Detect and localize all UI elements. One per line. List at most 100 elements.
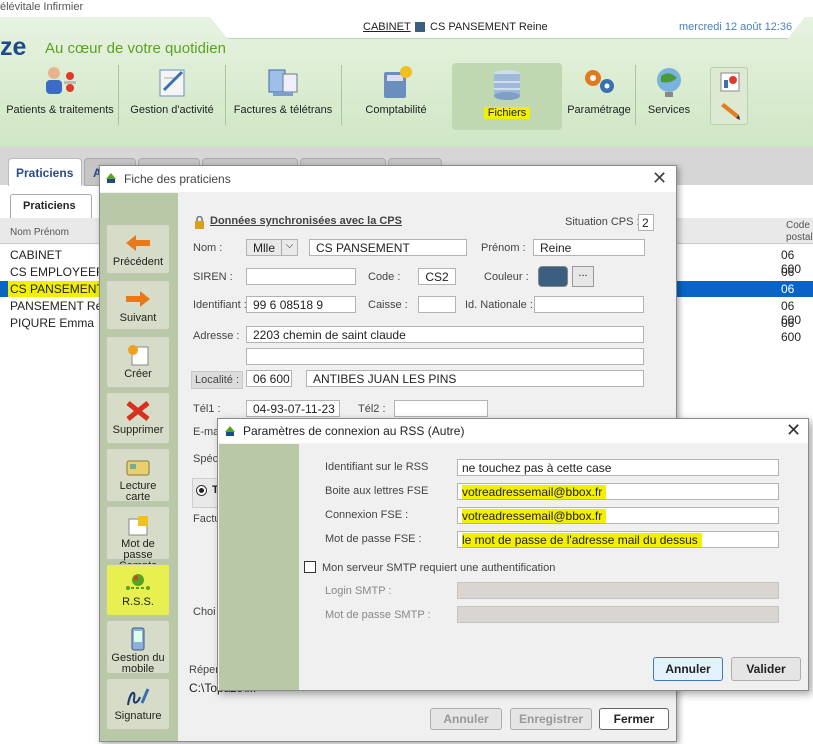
caisse-field[interactable] (418, 296, 456, 313)
adresse2-field[interactable] (246, 348, 644, 365)
nav-label: Services (647, 104, 691, 116)
fiche-close-button[interactable]: Fermer (599, 708, 669, 730)
card-reader-icon (126, 460, 150, 476)
fiche-cancel-button[interactable]: Annuler (430, 708, 502, 730)
tab-praticiens[interactable]: Praticiens (8, 158, 82, 186)
siren-field[interactable] (246, 268, 356, 285)
radio-button[interactable] (196, 485, 207, 496)
nav-activity[interactable]: Gestion d'activité (124, 60, 220, 130)
id-nationale-field[interactable] (534, 296, 644, 313)
row-cp: 06 600 (781, 316, 802, 344)
accounting-icon (384, 66, 412, 98)
quick-tools[interactable] (710, 67, 748, 125)
prenom-label: Prénom : (481, 242, 526, 254)
identifiant-field[interactable]: 99 6 08518 9 (246, 296, 356, 313)
patients-icon (46, 67, 76, 94)
current-date: mercredi 12 août 12:36 (679, 21, 793, 33)
cabinet-link[interactable]: CABINET (363, 21, 411, 33)
fiche-title: Fiche des praticiens (100, 166, 676, 192)
rss-mailbox-value: votreadressemail@bbox.fr (462, 485, 607, 499)
delete-button[interactable]: Supprimer (106, 392, 170, 444)
sync-label: Données synchronisées avec la CPS (210, 215, 402, 227)
fiche-save-button[interactable]: Enregistrer (510, 708, 592, 730)
rss-validate-button[interactable]: Valider (731, 657, 801, 681)
close-icon[interactable]: ✕ (652, 168, 667, 189)
row-name: CABINET (10, 248, 63, 262)
app-slogan: Au cœur de votre quotidien (45, 40, 226, 57)
color-swatch[interactable] (538, 266, 568, 287)
smtp-password-field[interactable] (457, 606, 779, 623)
nom-label: Nom : (193, 242, 223, 254)
pencil-icon (721, 103, 740, 120)
nav-label: Factures & télétrans (233, 104, 333, 116)
rss-connection-dialog: Paramètres de connexion au RSS (Autre) ✕… (217, 418, 809, 691)
localite-ville-field[interactable]: ANTIBES JUAN LES PINS (306, 370, 644, 387)
rss-button[interactable]: R.S.S. (106, 564, 170, 616)
smtp-auth-label: Mon serveur SMTP requiert une authentifi… (322, 562, 556, 574)
smtp-login-label: Login SMTP : (325, 585, 392, 597)
color-picker-button[interactable]: ... (572, 266, 594, 287)
repertoire-label: Réper (189, 664, 219, 676)
activity-icon (159, 69, 185, 97)
rss-sidebar (219, 444, 299, 690)
tel1-label: Tél1 : (193, 403, 221, 415)
code-field[interactable]: CS2 (418, 268, 456, 285)
signature-icon (127, 688, 150, 706)
col-name-header[interactable]: Nom Prénom (10, 227, 69, 238)
rss-password-field[interactable]: le mot de passe de l'adresse mail du des… (457, 531, 779, 548)
files-icon (494, 70, 520, 100)
mobile-button[interactable]: Gestion du mobile (106, 620, 170, 675)
caisse-label: Caisse : (368, 299, 408, 311)
nav-files[interactable]: Fichiers (452, 63, 562, 130)
subtab-praticiens[interactable]: Praticiens (10, 194, 92, 218)
nav-accounting[interactable]: Comptabilité (350, 60, 442, 130)
sidebar-label: Gestion du mobile (111, 652, 165, 675)
tel1-field[interactable]: 04-93-07-11-23 (246, 400, 340, 417)
row-name: PANSEMENT Re (10, 299, 103, 313)
rss-connection-field[interactable]: votreadressemail@bbox.fr (457, 507, 779, 524)
create-button[interactable]: Créer (106, 336, 170, 388)
smtp-auth-checkbox[interactable] (304, 561, 316, 573)
rss-connection-value: votreadressemail@bbox.fr (462, 509, 607, 523)
nav-services[interactable]: Services (640, 60, 698, 130)
choix-label: Choi (193, 606, 216, 618)
adresse-field[interactable]: 2203 chemin de saint claude (246, 326, 644, 343)
card-reader-button[interactable]: Lecture carte (106, 448, 170, 503)
accounting-password-button[interactable]: Mot de passe Compta (106, 506, 170, 572)
situation-cps-field[interactable]: 2 (638, 214, 654, 231)
nav-settings[interactable]: Paramétrage (565, 60, 633, 130)
nav-invoices[interactable]: Factures & télétrans (229, 60, 337, 130)
nav-patients[interactable]: Patients & traitements (4, 60, 116, 130)
rss-ident-field[interactable]: ne touchez pas à cette case (457, 459, 779, 476)
signature-button[interactable]: Signature (106, 678, 170, 730)
app-logo: ze (0, 33, 27, 61)
sidebar-label: R.S.S. (122, 596, 154, 608)
rss-ident-label: Identifiant sur le RSS (325, 461, 429, 473)
prenom-field[interactable]: Reine (533, 239, 645, 256)
situation-label: Situation CPS : (565, 216, 640, 228)
sidebar-label: Suivant (119, 312, 157, 324)
chevron-down-icon: ⌵ (281, 240, 297, 255)
localite-label[interactable]: Localité : (191, 371, 244, 389)
current-practitioner: CS PANSEMENT Reine (430, 21, 548, 33)
window-title: élévitale Infirmier (0, 0, 813, 17)
previous-button[interactable]: Précédent (106, 224, 170, 274)
close-icon[interactable]: ✕ (786, 420, 801, 441)
col-code-header[interactable]: Code (786, 220, 810, 231)
sidebar-label: Signature (114, 710, 162, 722)
next-button[interactable]: Suivant (106, 280, 170, 330)
rss-mailbox-field[interactable]: votreadressemail@bbox.fr (457, 483, 779, 500)
mobile-icon (131, 627, 145, 651)
smtp-login-field[interactable] (457, 582, 779, 599)
tel2-field[interactable] (394, 400, 488, 417)
civility-select[interactable]: Mlle ⌵ (246, 239, 298, 256)
nav-label: Fichiers (483, 107, 531, 119)
rss-cancel-button[interactable]: Annuler (653, 657, 723, 681)
nav-label: Gestion d'activité (130, 104, 214, 116)
nom-field[interactable]: CS PANSEMENT (309, 239, 467, 256)
settings-icon (585, 70, 614, 93)
localite-cp-field[interactable]: 06 600 (246, 370, 292, 387)
email-label: E-ma (193, 426, 220, 438)
app-icon (104, 171, 118, 185)
adresse-label: Adresse : (193, 330, 240, 342)
